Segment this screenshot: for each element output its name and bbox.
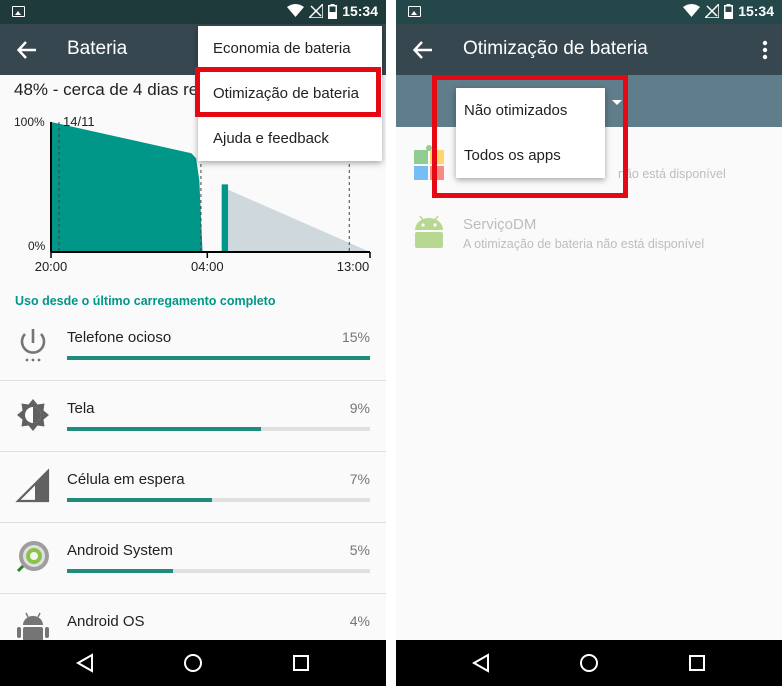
image-notification-icon	[408, 6, 421, 17]
android-app-icon	[415, 215, 443, 248]
x-tick-label: 20:00	[35, 259, 68, 274]
back-arrow-icon[interactable]	[16, 39, 38, 61]
usage-bar	[67, 569, 370, 573]
app-row[interactable]: ServiçoDM A otimização de bateria não es…	[396, 210, 782, 280]
back-nav-icon[interactable]	[74, 652, 96, 674]
no-signal-icon	[705, 4, 720, 18]
usage-item-cell-standby[interactable]: Célula em espera 7%	[0, 452, 386, 523]
usage-item-percent: 9%	[349, 400, 370, 416]
home-nav-icon[interactable]	[578, 652, 600, 674]
app-status: A otimização de bateria não está disponí…	[463, 237, 705, 251]
usage-item-name: Android OS	[67, 613, 145, 630]
no-signal-icon	[309, 4, 324, 18]
usage-item-idle[interactable]: Telefone ocioso 15%	[0, 310, 386, 381]
usage-item-name: Célula em espera	[67, 471, 185, 488]
usage-bar-fill	[67, 427, 261, 431]
usage-item-screen[interactable]: Tela 9%	[0, 381, 386, 452]
page-title: Otimização de bateria	[463, 38, 648, 59]
status-bar: 15:34	[0, 0, 386, 24]
usage-bar	[67, 356, 370, 360]
battery-summary: 48% - cerca de 4 dias res	[14, 80, 207, 99]
chart-annotation: 14/11	[63, 114, 95, 129]
wifi-icon	[287, 4, 305, 17]
projected-area	[228, 189, 370, 252]
x-tick-label: 04:00	[191, 259, 224, 274]
right-navigation-bar	[396, 640, 782, 686]
usage-section-title: Uso desde o último carregamento completo	[15, 294, 276, 308]
usage-item-name: Tela	[67, 400, 95, 417]
android-system-icon	[16, 541, 49, 573]
history-area	[221, 184, 229, 252]
history-area	[51, 122, 203, 252]
image-notification-icon	[12, 6, 25, 17]
x-tick-label: 13:00	[337, 259, 370, 274]
menu-item-help-feedback[interactable]: Ajuda e feedback	[198, 116, 382, 161]
back-arrow-icon[interactable]	[412, 39, 434, 61]
page-title: Bateria	[67, 38, 128, 59]
cell-signal-icon	[15, 468, 50, 503]
wifi-icon	[683, 4, 701, 17]
app-name: ServiçoDM	[463, 216, 537, 233]
usage-item-percent: 4%	[349, 613, 370, 629]
usage-item-percent: 7%	[349, 471, 370, 487]
usage-item-percent: 5%	[349, 542, 370, 558]
status-bar: 15:34	[396, 0, 782, 24]
battery-icon	[724, 3, 734, 19]
home-nav-icon[interactable]	[182, 652, 204, 674]
usage-item-android-system[interactable]: Android System 5%	[0, 523, 386, 594]
usage-bar	[67, 498, 370, 502]
app-bar: Otimização de bateria	[396, 24, 782, 75]
brightness-icon	[17, 399, 49, 431]
y-tick-label: 0%	[28, 239, 46, 253]
more-vert-icon[interactable]	[762, 40, 768, 60]
status-time: 15:34	[342, 3, 378, 19]
power-icon	[20, 329, 46, 362]
usage-list: Telefone ocioso 15% Tela 9% Célula em es…	[0, 310, 386, 665]
usage-bar-fill	[67, 356, 370, 360]
y-tick-label: 100%	[14, 115, 45, 129]
usage-item-name: Telefone ocioso	[67, 329, 172, 346]
usage-bar-fill	[67, 498, 213, 502]
battery-screen: 15:34 Bateria 48% - cerca de 4 dias res …	[0, 0, 386, 686]
usage-item-name: Android System	[67, 542, 173, 559]
usage-item-percent: 15%	[341, 329, 370, 345]
back-nav-icon[interactable]	[470, 652, 492, 674]
status-time: 15:34	[738, 3, 774, 19]
usage-bar-fill	[67, 569, 174, 573]
highlight-box	[195, 67, 381, 117]
battery-icon	[328, 3, 338, 19]
menu-item-battery-saver[interactable]: Economia de bateria	[198, 26, 382, 71]
recents-nav-icon[interactable]	[290, 652, 312, 674]
navigation-bar	[0, 640, 386, 686]
app-status: não está disponível	[618, 167, 726, 181]
recents-nav-icon[interactable]	[686, 652, 708, 674]
usage-bar	[67, 427, 370, 431]
highlight-box	[432, 75, 628, 198]
